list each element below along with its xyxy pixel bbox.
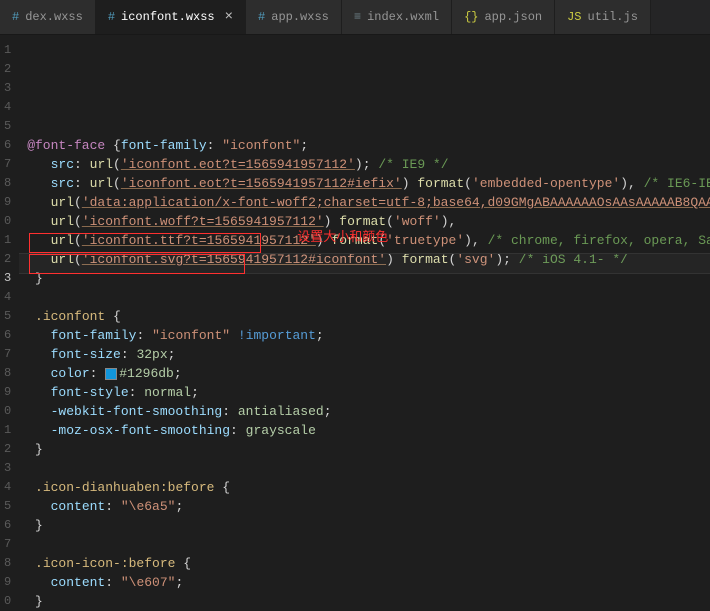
line-number-gutter: 1 2 3 4 5 6 7 8 9 0 1 2 3 4 5 6 7 8 9 0 … [0,35,19,611]
line-number: 0 [4,212,11,231]
tab-app-json[interactable]: {} app.json [452,0,555,34]
line-number: 2 [4,60,11,79]
tab-app-wxss[interactable]: # app.wxss [246,0,342,34]
js-icon: JS [567,10,581,24]
line-number: 6 [4,516,11,535]
line-number: 4 [4,98,11,117]
annotation-box-font-size [29,233,261,253]
line-number: 9 [4,383,11,402]
line-number: 4 [4,288,11,307]
line-number: 3 [4,269,11,288]
tab-dex-wxss[interactable]: # dex.wxss [0,0,96,34]
line-number: 8 [4,364,11,383]
code-area[interactable]: 设置大小和颜色 @font-face {font-family: "iconfo… [19,35,710,611]
tab-label: index.wxml [367,10,439,24]
editor-tabs: # dex.wxss # iconfont.wxss × # app.wxss … [0,0,710,35]
line-number: 9 [4,573,11,592]
line-number: 0 [4,402,11,421]
tab-iconfont-wxss[interactable]: # iconfont.wxss × [96,0,246,34]
line-number: 4 [4,478,11,497]
line-number: 5 [4,497,11,516]
line-number: 2 [4,250,11,269]
annotation-box-color [29,254,245,274]
editor-body: 1 2 3 4 5 6 7 8 9 0 1 2 3 4 5 6 7 8 9 0 … [0,35,710,611]
line-number: 7 [4,535,11,554]
line-number: 5 [4,117,11,136]
line-number: 8 [4,554,11,573]
tab-label: app.wxss [271,10,329,24]
css-icon: # [12,10,19,24]
line-number: 3 [4,459,11,478]
wxml-icon: ≡ [354,10,361,24]
line-number: 9 [4,193,11,212]
tab-util-js[interactable]: JS util.js [555,0,651,34]
tab-label: app.json [484,10,542,24]
line-number: 2 [4,440,11,459]
color-swatch-icon [105,368,117,380]
line-number: 5 [4,307,11,326]
line-number: 1 [4,421,11,440]
line-number: 8 [4,174,11,193]
css-icon: # [108,10,115,24]
json-icon: {} [464,10,478,24]
tab-label: dex.wxss [25,10,83,24]
tab-label: iconfont.wxss [121,10,215,24]
line-number: 3 [4,79,11,98]
line-number: 7 [4,155,11,174]
tab-index-wxml[interactable]: ≡ index.wxml [342,0,452,34]
css-icon: # [258,10,265,24]
line-number: 0 [4,592,11,611]
close-icon[interactable]: × [225,9,233,25]
line-number: 6 [4,326,11,345]
line-number: 1 [4,231,11,250]
line-number: 6 [4,136,11,155]
line-number: 7 [4,345,11,364]
annotation-text: 设置大小和颜色 [297,227,388,246]
line-number: 1 [4,41,11,60]
tab-label: util.js [588,10,638,24]
